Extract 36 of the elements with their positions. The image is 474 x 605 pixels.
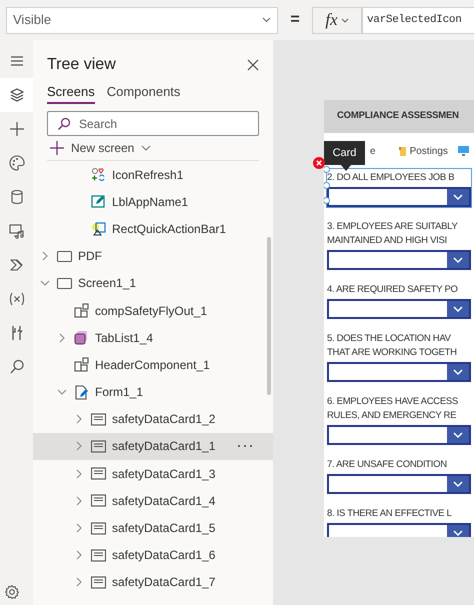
screen-header: COMPLIANCE ASSESSMEN	[324, 100, 474, 133]
tab[interactable]: Components	[106, 84, 180, 104]
equals-sign: =	[289, 10, 301, 30]
tab[interactable]: Screens	[47, 84, 95, 104]
tree-item[interactable]: RectQuickActionBar1	[33, 215, 273, 243]
panel-title: Tree view	[47, 55, 116, 75]
question-text: 4. ARE REQUIRED SAFETY PO	[327, 283, 459, 297]
tree-item[interactable]: safetyDataCard1_4	[33, 487, 273, 514]
tree-item[interactable]: Screen1_1	[33, 270, 273, 297]
tree-item[interactable]: safetyDataCard1_7	[33, 568, 273, 596]
tree-item[interactable]: safetyDataCard1_5	[33, 514, 273, 542]
tree-item[interactable]: TabList1_4	[33, 324, 273, 352]
tree-item[interactable]: safetyDataCard1_6	[33, 542, 273, 569]
question-text: 2. DO ALL EMPLOYEES JOB B	[327, 171, 456, 185]
tooltip: Card	[324, 141, 365, 165]
question-text: 3. EMPLOYEES ARE SUITABLY MAINTAINED AND HIGH VISI	[327, 220, 458, 248]
new-screen-button[interactable]: New screen	[50, 137, 273, 159]
tree-item[interactable]: safetyDataCard1_1	[33, 432, 273, 460]
nav-tab[interactable]: e	[370, 144, 376, 158]
tree-item[interactable]: safetyDataCard1_3	[33, 460, 273, 488]
property-dropdown[interactable]: Visible	[6, 6, 278, 34]
nav-tab[interactable]: Postings	[398, 144, 448, 158]
question-text: 8. IS THERE AN EFFECTIVE L	[327, 507, 453, 521]
tree-item[interactable]: IconRefresh1	[33, 161, 273, 188]
tree-item[interactable]: LblAppName1	[33, 188, 273, 216]
tree-item[interactable]: compSafetyFlyOut_1	[33, 296, 273, 324]
question-text: 7. ARE UNSAFE CONDITION	[327, 458, 448, 472]
question-text: 5. DOES THE LOCATION HAV THAT ARE WORKING TOGETH	[327, 332, 458, 360]
formula-field[interactable]: varSelectedIcon	[362, 6, 474, 34]
tree-item[interactable]: PDF	[33, 242, 273, 270]
search-field[interactable]: Search	[47, 111, 259, 136]
tree-item[interactable]: safetyDataCard1_2	[33, 406, 273, 433]
question-text: 6. EMPLOYEES HAVE ACCESS RULES, AND EMERGENCY RE	[327, 395, 459, 423]
function-button[interactable]: fx	[312, 6, 362, 34]
tree-item[interactable]: Form1_1	[33, 378, 273, 406]
tree-item[interactable]: HeaderComponent_1	[33, 351, 273, 378]
